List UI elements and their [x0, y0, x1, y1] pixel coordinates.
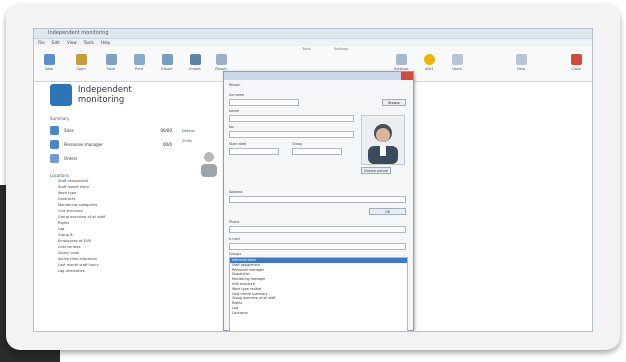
personnel-icon: [50, 140, 59, 149]
menu-edit[interactable]: Edit: [52, 40, 60, 45]
groups-label: Groups: [229, 252, 242, 256]
shifts-label[interactable]: Shifts: [182, 139, 222, 143]
details-column: Details Shifts: [182, 129, 222, 143]
ribbon-print-button[interactable]: Print: [132, 54, 146, 71]
app-window: Independent monitoring File Edit View To…: [33, 28, 593, 332]
ribbon-alert-button[interactable]: Alert: [422, 54, 436, 71]
surname-label: Surname: [229, 93, 245, 97]
ribbon-group-settings: Settings: [334, 47, 349, 51]
menu-tools[interactable]: Tools: [84, 40, 94, 45]
surname-field[interactable]: [229, 99, 299, 106]
address-field[interactable]: [229, 196, 406, 203]
ribbon-users-button[interactable]: Users: [450, 54, 464, 71]
start-date-field[interactable]: [229, 148, 279, 155]
users-icon: [451, 54, 463, 65]
summary-section-title: Summary: [50, 116, 70, 121]
import-icon: [189, 54, 201, 65]
tablet-frame: Independent monitoring File Edit View To…: [6, 4, 620, 350]
start-date-label: Start date: [229, 142, 247, 146]
name-field[interactable]: [229, 115, 354, 122]
menu-view[interactable]: View: [67, 40, 77, 45]
phone-field[interactable]: [229, 226, 406, 233]
ribbon-help-button[interactable]: Help: [514, 54, 528, 71]
person-thumbnail: [201, 152, 217, 177]
ribbon-report-button[interactable]: Report: [214, 54, 228, 71]
groups-dropdown-list[interactable]: Administration Staff assignment Personne…: [229, 257, 408, 331]
menu-help[interactable]: Help: [101, 40, 110, 45]
report-icon: [215, 54, 227, 65]
new-icon: [43, 54, 55, 65]
alert-icon: [423, 54, 435, 65]
group-label: Group: [292, 142, 303, 146]
details-label: Details: [182, 129, 195, 133]
ribbon-import-button[interactable]: Import: [188, 54, 202, 71]
phone-label: Phone: [229, 220, 240, 224]
email-field[interactable]: [229, 243, 406, 250]
ribbon-open-button[interactable]: Open: [74, 54, 88, 71]
ribbon-save-button[interactable]: Save: [104, 54, 118, 71]
settings-icon: [395, 54, 407, 65]
person-dialog: Person Surname Browse Name No. Start dat…: [223, 71, 414, 331]
ribbon-close-button[interactable]: Close: [569, 54, 583, 71]
email-label: E-mail: [229, 237, 240, 241]
summary-item-orders[interactable]: Orders: [50, 154, 180, 163]
person-photo: [361, 115, 405, 165]
save-icon: [105, 54, 117, 65]
window-titlebar: Independent monitoring: [34, 29, 592, 39]
locations-link-list: Staff assignment Staff report entry Work…: [50, 178, 180, 274]
id-label: No.: [229, 125, 235, 129]
choose-picture-button[interactable]: Choose picture: [361, 167, 391, 174]
print-icon: [133, 54, 145, 65]
menu-bar: File Edit View Tools Help: [34, 39, 592, 46]
open-icon: [75, 54, 87, 65]
summary-item-personnel[interactable]: Personnel manager 00/0: [50, 140, 180, 149]
summary-item-sites[interactable]: Sites 00/00: [50, 126, 180, 135]
ribbon-new-button[interactable]: New: [42, 54, 56, 71]
dialog-titlebar: [224, 72, 413, 80]
dialog-close-button[interactable]: [401, 72, 413, 80]
group-select[interactable]: [292, 148, 342, 155]
page-title: Independent monitoring: [77, 85, 132, 105]
dialog-tab-person[interactable]: Person: [229, 83, 240, 87]
export-icon: [161, 54, 173, 65]
orders-icon: [50, 154, 59, 163]
app-logo-icon: [50, 84, 72, 106]
help-icon: [515, 54, 527, 65]
window-title: Independent monitoring: [48, 30, 109, 36]
app-header: Independent monitoring: [50, 84, 180, 106]
id-field[interactable]: [229, 131, 354, 138]
sites-icon: [50, 126, 59, 135]
ribbon-group-tools: Tools: [302, 47, 311, 51]
navigation-pane: Independent monitoring Summary Sites 00/…: [50, 84, 180, 329]
address-label: Address: [229, 190, 243, 194]
close-icon: [570, 54, 582, 65]
ribbon-export-button[interactable]: Export: [160, 54, 174, 71]
person-avatar-icon: [368, 124, 398, 164]
ok-button[interactable]: OK: [369, 208, 406, 215]
name-label: Name: [229, 109, 240, 113]
browse-button[interactable]: Browse: [382, 99, 406, 106]
ribbon-settings-button[interactable]: Settings: [394, 54, 408, 71]
list-item[interactable]: Contracts: [230, 311, 407, 316]
menu-file[interactable]: File: [38, 40, 45, 45]
nav-link[interactable]: Log directories: [58, 268, 180, 274]
